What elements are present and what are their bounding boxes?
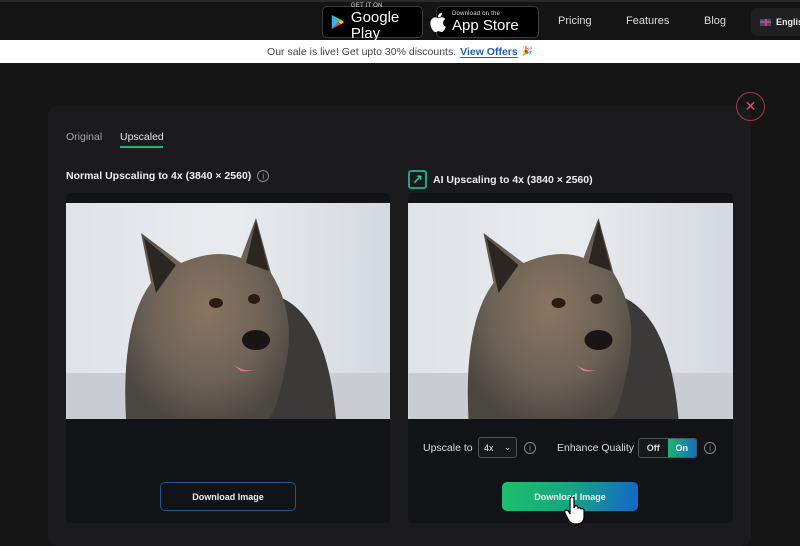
uk-flag-icon	[760, 18, 771, 26]
enhance-quality-toggle[interactable]: Off On	[638, 438, 697, 458]
ai-upscale-icon: ↗	[408, 170, 427, 189]
nav-link-pricing[interactable]: Pricing	[558, 15, 592, 27]
upscale-factor-value: 4x	[484, 442, 494, 453]
view-offers-link[interactable]: View Offers	[460, 46, 518, 58]
apple-logo-icon	[430, 12, 446, 32]
info-icon[interactable]: i	[257, 170, 270, 182]
nav-link-blog[interactable]: Blog	[704, 15, 726, 27]
upscale-to-label: Upscale to	[423, 442, 473, 454]
toggle-off-option[interactable]: Off	[639, 439, 668, 457]
ai-upscaled-dog-image	[408, 203, 733, 419]
close-icon: ✕	[744, 98, 757, 114]
google-play-icon	[331, 15, 345, 29]
app-store-label: App Store	[452, 16, 519, 34]
tab-original[interactable]: Original	[66, 131, 102, 143]
party-popper-icon: 🎉	[521, 46, 533, 56]
ai-upscaling-heading: ↗ AI Upscaling to 4x (3840 × 2560)	[408, 170, 593, 189]
language-selector[interactable]: English	[751, 8, 800, 36]
close-button[interactable]: ✕	[736, 92, 765, 121]
google-play-button[interactable]: GET IT ON Google Play	[322, 3, 423, 41]
google-play-label: Google Play	[350, 8, 400, 42]
banner-text: Our sale is live! Get upto 30% discounts…	[267, 45, 457, 58]
normal-upscaling-heading: Normal Upscaling to 4x (3840 × 2560) i	[66, 170, 270, 182]
top-nav: GET IT ON Google Play Download on the Ap…	[0, 0, 800, 41]
sale-banner: Our sale is live! Get upto 30% discounts…	[0, 40, 800, 63]
tab-upscaled[interactable]: Upscaled	[120, 131, 164, 143]
download-normal-button[interactable]: Download Image	[160, 482, 296, 511]
upscale-info-icon[interactable]: i	[524, 442, 536, 454]
active-tab-indicator	[120, 146, 163, 148]
app-store-button[interactable]: Download on the App Store	[430, 6, 539, 38]
language-label: English	[776, 17, 800, 27]
ai-upscaling-title: AI Upscaling to 4x (3840 × 2560)	[433, 173, 593, 186]
enhance-quality-label: Enhance Quality	[557, 442, 635, 454]
upscale-factor-select[interactable]: 4x ⌄	[478, 437, 517, 458]
hand-pointer-cursor-icon	[564, 497, 585, 525]
normal-upscaling-title: Normal Upscaling to 4x (3840 × 2560)	[66, 170, 252, 182]
nav-link-features[interactable]: Features	[626, 15, 669, 27]
chevron-down-icon: ⌄	[504, 443, 511, 452]
enhance-info-icon[interactable]: i	[704, 442, 716, 454]
toggle-on-option[interactable]: On	[667, 439, 696, 457]
normal-upscaled-dog-image	[66, 203, 390, 419]
